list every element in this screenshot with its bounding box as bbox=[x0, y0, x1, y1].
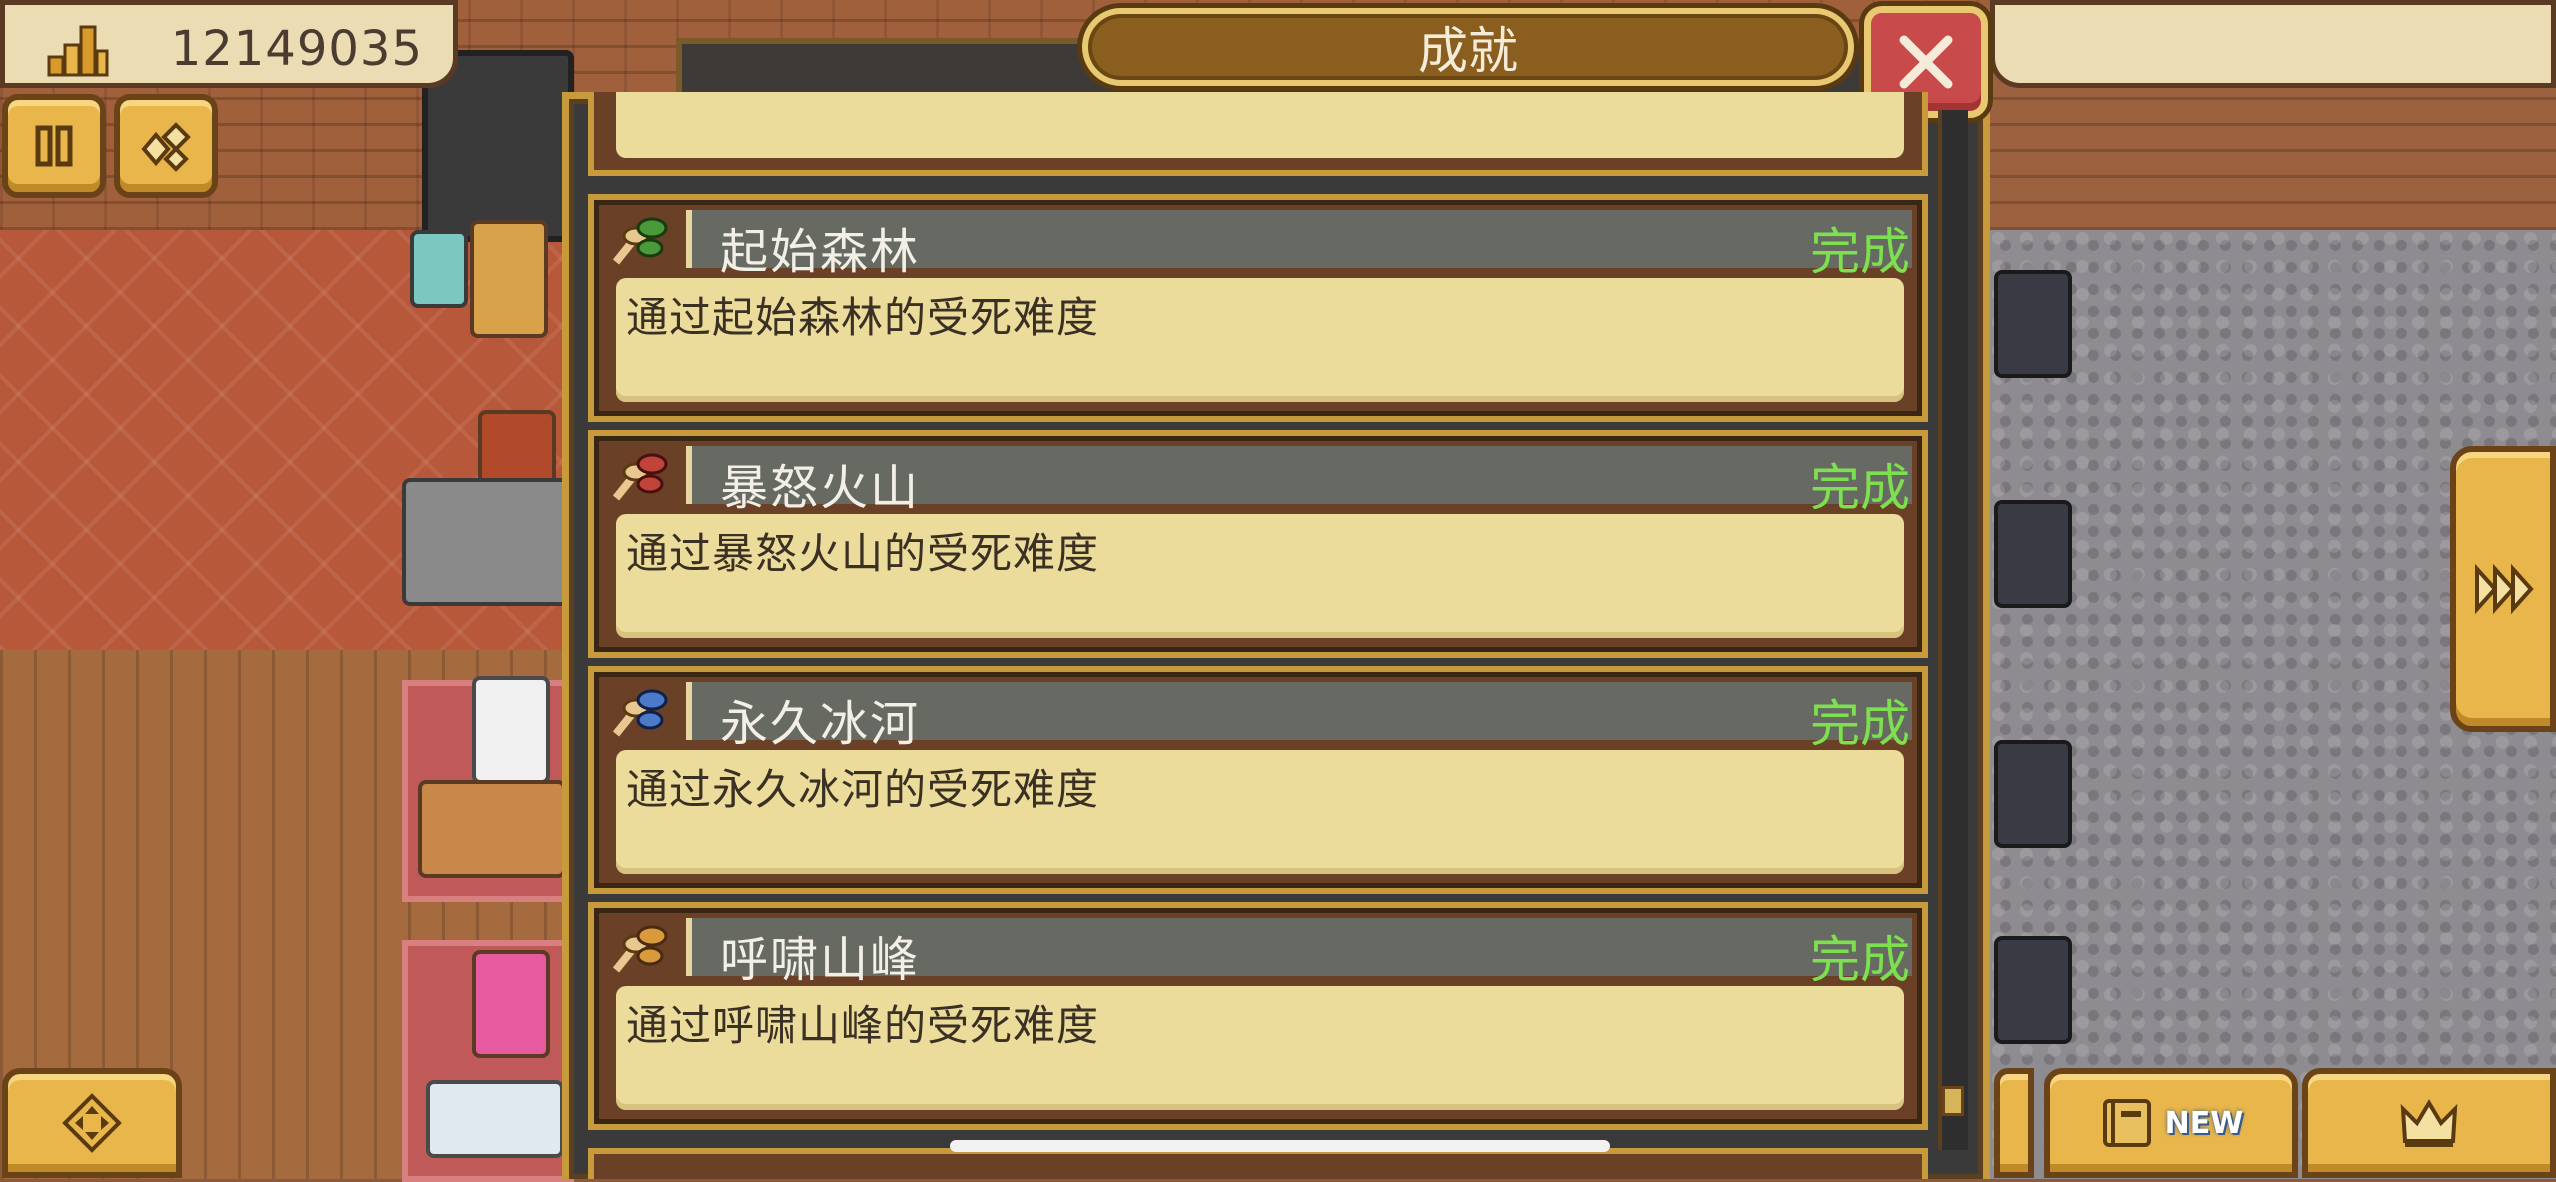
achievement-status: 完成 bbox=[1810, 931, 1910, 989]
home-indicator[interactable] bbox=[950, 1140, 1610, 1152]
achievement-description: 通过起始森林的受死难度 bbox=[626, 293, 1100, 342]
achievement-description: 通过呼啸山峰的受死难度 bbox=[626, 1001, 1100, 1050]
crystal-display bbox=[426, 1080, 564, 1158]
leaf-icon bbox=[612, 217, 668, 265]
achievement-title: 暴怒火山 bbox=[720, 460, 921, 516]
pause-icon bbox=[35, 125, 73, 167]
achievement-status: 完成 bbox=[1810, 223, 1910, 281]
achievement-title: 呼啸山峰 bbox=[720, 932, 921, 988]
achievement-header: 起始森林 完成 bbox=[686, 210, 1912, 281]
achievement-card[interactable]: 起始森林 完成 通过起始森林的受死难度 bbox=[588, 194, 1928, 422]
journal-new-badge: NEW bbox=[2164, 1105, 2244, 1141]
anvil bbox=[402, 478, 570, 606]
achievement-card[interactable]: 暴怒火山 完成 通过暴怒火山的受死难度 bbox=[588, 430, 1928, 658]
knight-4 bbox=[1994, 936, 2072, 1044]
achievement-header: 呼啸山峰 完成 bbox=[686, 918, 1912, 989]
achievement-body: 通过起始森林的受死难度 bbox=[616, 278, 1904, 402]
pause-button[interactable] bbox=[2, 94, 106, 198]
knight-2 bbox=[1994, 500, 2072, 608]
achievement-body: 通过暴怒火山的受死难度 bbox=[616, 514, 1904, 638]
journal-icon bbox=[2102, 1099, 2151, 1147]
achievement-status: 完成 bbox=[1810, 695, 1910, 753]
achievement-title: 起始森林 bbox=[720, 224, 921, 280]
fast-forward-button[interactable] bbox=[2450, 446, 2556, 732]
scrollbar-track[interactable] bbox=[1938, 110, 1968, 1150]
fast-forward-icon bbox=[2475, 563, 2534, 615]
achievement-status: 完成 bbox=[1810, 459, 1910, 517]
leaf-icon bbox=[612, 689, 668, 737]
achievement-header: 永久冰河 完成 bbox=[686, 682, 1912, 753]
crystal-stand bbox=[410, 230, 468, 308]
achievement-description: 通过暴怒火山的受死难度 bbox=[626, 529, 1100, 578]
dpad-button[interactable] bbox=[2, 1068, 182, 1178]
gems-button[interactable] bbox=[114, 94, 218, 198]
modal-title-plate: 成就 bbox=[1082, 8, 1854, 86]
top-right-bar bbox=[1990, 0, 2556, 88]
achievement-description: 通过永久冰河的受死难度 bbox=[626, 765, 1100, 814]
dpad-icon bbox=[62, 1093, 122, 1153]
character-merchant bbox=[472, 676, 550, 784]
achievement-card[interactable]: 呼啸山峰 完成 通过呼啸山峰的受死难度 bbox=[588, 902, 1928, 1130]
character-hero bbox=[470, 220, 548, 338]
crown-icon bbox=[2400, 1099, 2458, 1147]
scrollbar-thumb[interactable] bbox=[1942, 1086, 1964, 1116]
leaf-icon bbox=[612, 925, 668, 973]
knight-3 bbox=[1994, 740, 2072, 848]
character-mage bbox=[472, 950, 550, 1058]
gems-icon bbox=[141, 122, 191, 172]
close-icon bbox=[1899, 35, 1953, 89]
bottom-edge-button[interactable] bbox=[1994, 1068, 2034, 1178]
crown-button[interactable] bbox=[2302, 1068, 2556, 1178]
knight-1 bbox=[1994, 270, 2072, 378]
achievement-card-partial-bottom bbox=[588, 1148, 1928, 1179]
leaf-icon bbox=[612, 453, 668, 501]
achievement-header: 暴怒火山 完成 bbox=[686, 446, 1912, 517]
gold-amount: 12149035 bbox=[170, 21, 423, 77]
achievement-body: 通过呼啸山峰的受死难度 bbox=[616, 986, 1904, 1110]
gold-coins-icon bbox=[47, 25, 109, 77]
shop-counter bbox=[418, 780, 566, 878]
journal-button[interactable]: NEW bbox=[2044, 1068, 2298, 1178]
modal-title: 成就 bbox=[1418, 22, 1518, 80]
gold-panel: 12149035 bbox=[0, 0, 458, 88]
achievement-title: 永久冰河 bbox=[720, 696, 921, 752]
achievement-body: 通过永久冰河的受死难度 bbox=[616, 750, 1904, 874]
achievement-card[interactable]: 永久冰河 完成 通过永久冰河的受死难度 bbox=[588, 666, 1928, 894]
achievement-card-partial bbox=[588, 92, 1928, 176]
